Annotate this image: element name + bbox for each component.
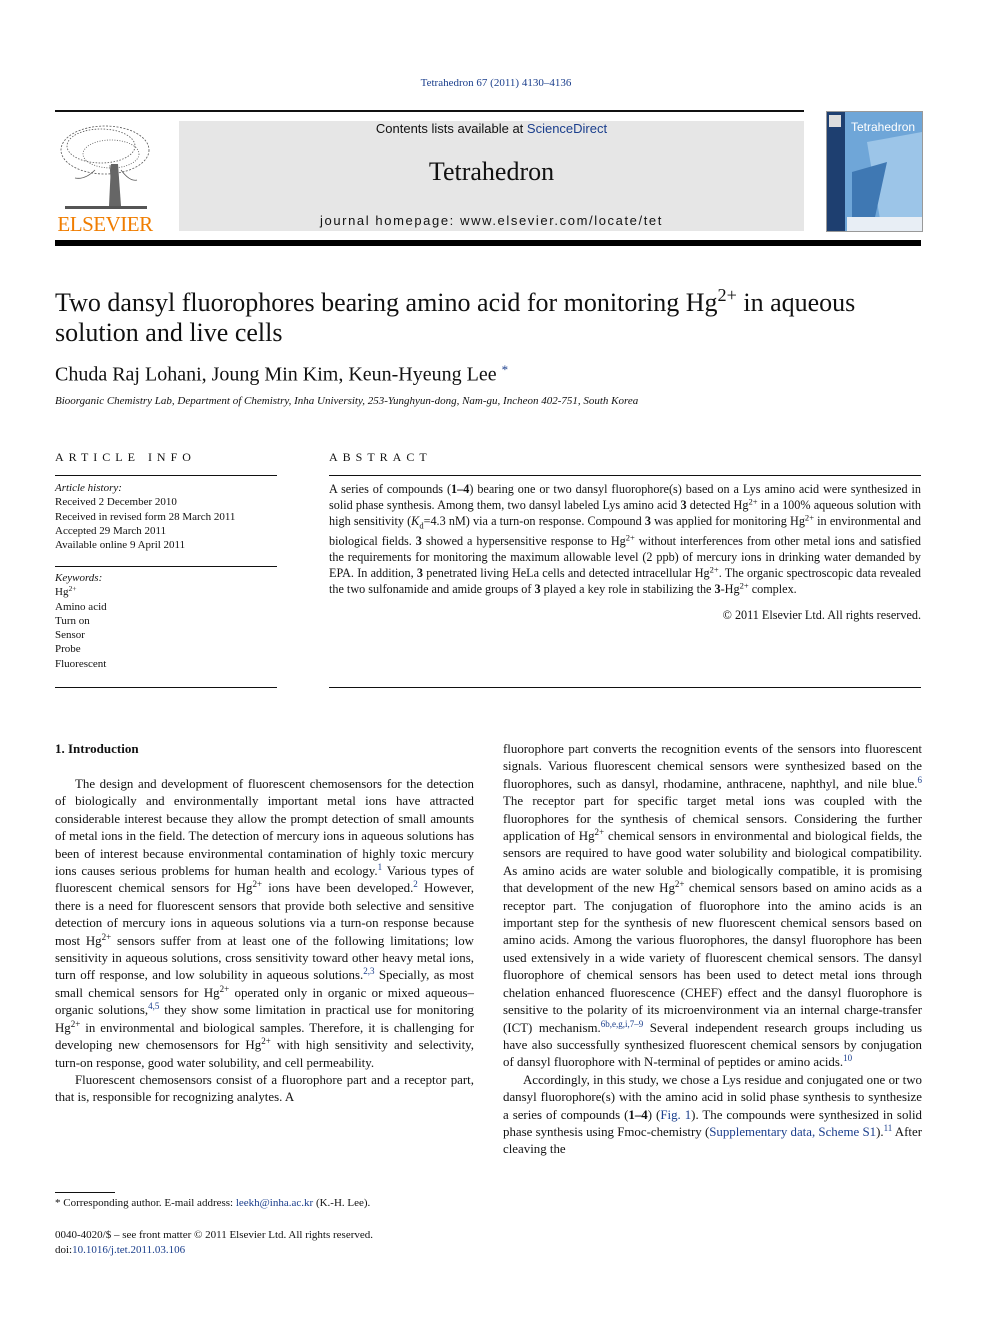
supplementary-link[interactable]: Supplementary data, Scheme S1	[709, 1125, 876, 1139]
keywords-label: Keywords:	[55, 572, 103, 584]
divider	[55, 687, 277, 688]
abstract-heading: ABSTRACT	[329, 450, 432, 464]
footnote-rule	[55, 1192, 115, 1193]
contents-line: Contents lists available at ScienceDirec…	[179, 121, 804, 136]
journal-name: Tetrahedron	[428, 157, 555, 186]
journal-citation[interactable]: Tetrahedron 67 (2011) 4130–4136	[0, 77, 992, 89]
history-item: Received in revised form 28 March 2011	[55, 510, 236, 523]
history-label: Article history:	[55, 482, 122, 494]
figure-link[interactable]: Fig. 1	[660, 1108, 691, 1122]
keyword-item: Amino acid	[55, 600, 107, 613]
abstract-text: A series of compounds (1–4) bearing one …	[329, 482, 922, 597]
article-title: Two dansyl fluorophores bearing amino ac…	[55, 285, 925, 348]
article-info-heading: ARTICLE INFO	[55, 450, 196, 464]
reference-link[interactable]: 6	[917, 775, 922, 785]
title-superscript: 2+	[717, 285, 737, 305]
paragraph: Accordingly, in this study, we chose a L…	[503, 1072, 922, 1157]
section-heading-introduction: 1. Introduction	[55, 741, 139, 756]
contents-prefix: Contents lists available at	[375, 121, 527, 136]
header-thick-rule	[55, 240, 921, 246]
doi-link[interactable]: 10.1016/j.tet.2011.03.106	[72, 1244, 185, 1256]
doi-line: doi:10.1016/j.tet.2011.03.106	[55, 1243, 186, 1256]
journal-banner: Contents lists available at ScienceDirec…	[179, 121, 804, 231]
paragraph: fluorophore part converts the recognitio…	[503, 742, 922, 1070]
journal-cover-image[interactable]: Tetrahedron	[826, 111, 923, 232]
body-column-left: The design and development of fluorescen…	[55, 776, 474, 1107]
keywords: Keywords: Hg2+ Amino acid Turn on Sensor…	[55, 571, 107, 671]
divider	[55, 566, 277, 567]
keyword-item: Turn on	[55, 614, 90, 627]
author-list: Chuda Raj Lohani, Joung Min Kim, Keun-Hy…	[55, 362, 508, 387]
body-column-right: fluorophore part converts the recognitio…	[503, 741, 922, 1159]
front-matter-copyright: 0040-4020/$ – see front matter © 2011 El…	[55, 1229, 374, 1241]
keyword-item: Fluorescent	[55, 657, 107, 670]
front-matter: 0040-4020/$ – see front matter © 2011 El…	[55, 1228, 373, 1257]
reference-link[interactable]: 2,3	[363, 967, 374, 977]
reference-link[interactable]: 11	[884, 1123, 893, 1133]
divider	[329, 687, 921, 688]
divider	[329, 475, 921, 476]
history-item: Received 2 December 2010	[55, 496, 177, 509]
sciencedirect-link[interactable]: ScienceDirect	[527, 121, 607, 136]
keyword-item: Sensor	[55, 629, 85, 642]
email-link[interactable]: leekh@inha.ac.kr	[236, 1197, 313, 1209]
article-history: Article history: Received 2 December 201…	[55, 481, 235, 552]
paragraph: The design and development of fluorescen…	[55, 777, 474, 1070]
reference-link[interactable]: 4,5	[148, 1001, 159, 1011]
paragraph: Fluorescent chemosensors consist of a fl…	[55, 1072, 474, 1105]
affiliation: Bioorganic Chemistry Lab, Department of …	[55, 395, 639, 407]
reference-link[interactable]: 10	[843, 1053, 852, 1063]
abstract-copyright: © 2011 Elsevier Ltd. All rights reserved…	[722, 608, 921, 622]
history-item: Accepted 29 March 2011	[55, 524, 167, 537]
cover-title: Tetrahedron	[851, 120, 916, 134]
corresponding-author-mark[interactable]: *	[502, 362, 509, 377]
corresponding-author-footnote: * Corresponding author. E-mail address: …	[55, 1197, 371, 1209]
keyword-item: Hg2+	[55, 584, 77, 599]
divider	[55, 475, 277, 476]
elsevier-wordmark: ELSEVIER	[57, 212, 153, 236]
reference-link[interactable]: 6b,e,g,i,7–9	[601, 1019, 644, 1029]
history-item: Available online 9 April 2011	[55, 539, 186, 552]
keyword-item: Probe	[55, 643, 81, 656]
journal-homepage[interactable]: journal homepage: www.elsevier.com/locat…	[179, 213, 804, 228]
header-rule	[55, 110, 804, 112]
title-text: Two dansyl fluorophores bearing amino ac…	[55, 288, 718, 317]
authors-text: Chuda Raj Lohani, Joung Min Kim, Keun-Hy…	[55, 363, 497, 386]
